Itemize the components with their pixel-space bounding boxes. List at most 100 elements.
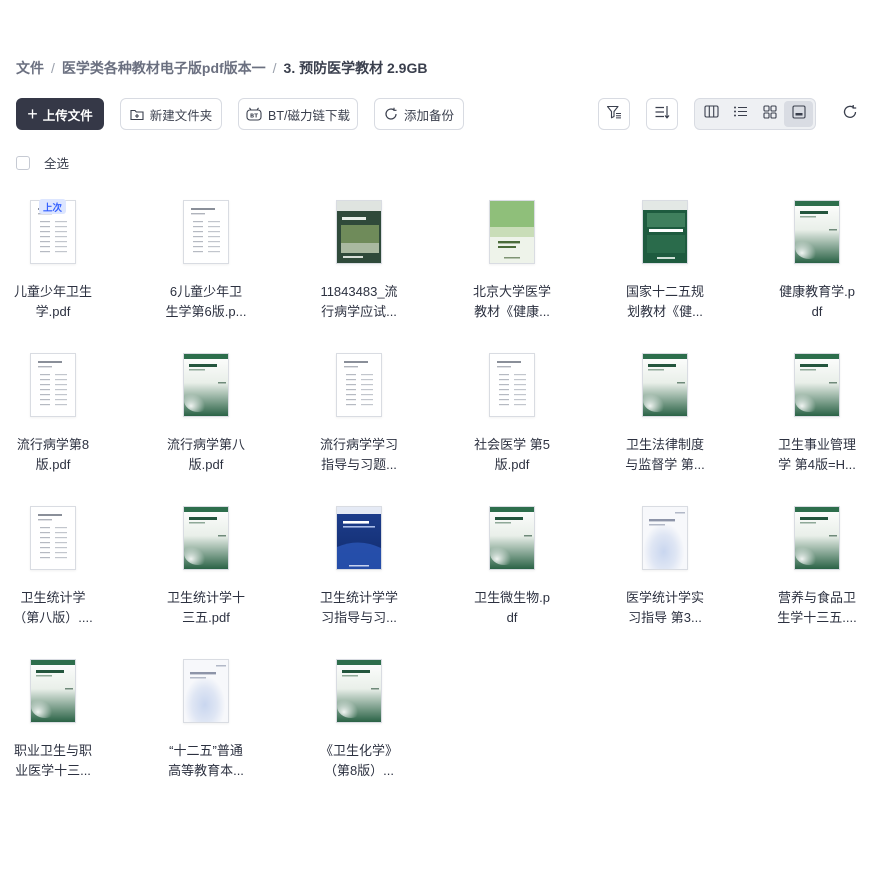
refresh-button[interactable]: [834, 98, 866, 130]
file-name[interactable]: 卫生法律制度 与监督学 第...: [593, 435, 737, 475]
select-all[interactable]: 全选: [16, 153, 69, 172]
file-item[interactable]: “十二五”普通 高等教育本...: [130, 651, 282, 791]
file-name[interactable]: 卫生统计学十 三五.pdf: [134, 588, 278, 628]
file-name[interactable]: “十二五”普通 高等教育本...: [134, 741, 278, 781]
file-name-line: 营养与食品卫: [777, 590, 856, 605]
pdf-thumbnail[interactable]: [183, 353, 229, 417]
pdf-thumbnail[interactable]: [489, 353, 535, 417]
file-name-line: 版.pdf: [188, 457, 224, 472]
pdf-thumbnail[interactable]: [183, 506, 229, 570]
breadcrumb-root[interactable]: 文件: [16, 58, 44, 78]
select-all-label: 全选: [44, 157, 70, 171]
pdf-thumbnail[interactable]: [794, 506, 840, 570]
file-item[interactable]: 营养与食品卫 生学十三五....: [741, 498, 881, 638]
file-name[interactable]: 社会医学 第5 版.pdf: [440, 435, 584, 475]
sort-button[interactable]: [646, 98, 678, 130]
file-name[interactable]: 职业卫生与职 业医学十三...: [0, 741, 125, 781]
file-item[interactable]: 健康教育学.p df: [741, 192, 881, 332]
pdf-thumbnail[interactable]: [642, 353, 688, 417]
file-item[interactable]: 11843483_流 行病学应试...: [283, 192, 435, 332]
file-item[interactable]: 6儿童少年卫 生学第6版.p...: [130, 192, 282, 332]
file-item[interactable]: 卫生微生物.p df: [436, 498, 588, 638]
pdf-thumbnail[interactable]: [642, 200, 688, 264]
pdf-thumbnail[interactable]: [642, 506, 688, 570]
pdf-thumbnail[interactable]: [183, 659, 229, 723]
file-item[interactable]: 职业卫生与职 业医学十三...: [0, 651, 129, 791]
list-icon: [733, 105, 748, 123]
list-view-option[interactable]: [726, 101, 755, 127]
toolbar: + 上传文件 新建文件夹 BT BT/磁力链下载 添加备份: [16, 98, 866, 130]
file-item[interactable]: 上次 儿童少年卫生 学.pdf: [0, 192, 129, 332]
file-name[interactable]: 医学统计学实 习指导 第3...: [593, 588, 737, 628]
file-name[interactable]: 流行病学第八 版.pdf: [134, 435, 278, 475]
file-item[interactable]: 卫生事业管理学 第4版=H...: [741, 345, 881, 485]
pdf-thumbnail[interactable]: [30, 353, 76, 417]
file-item[interactable]: 卫生统计学学 习指导与习...: [283, 498, 435, 638]
file-name-line: （第八版）....: [13, 610, 93, 625]
sort-icon: [654, 104, 670, 125]
bt-download-button[interactable]: BT BT/磁力链下载: [238, 98, 358, 130]
file-item[interactable]: 国家十二五规 划教材《健...: [589, 192, 741, 332]
file-item[interactable]: 北京大学医学 教材《健康...: [436, 192, 588, 332]
file-item[interactable]: 卫生统计学 （第八版）....: [0, 498, 129, 638]
file-name-line: 高等教育本...: [168, 763, 244, 778]
file-name[interactable]: 卫生统计学学 习指导与习...: [287, 588, 431, 628]
file-item[interactable]: 医学统计学实 习指导 第3...: [589, 498, 741, 638]
upload-button[interactable]: + 上传文件: [16, 98, 104, 130]
pdf-thumbnail[interactable]: [489, 200, 535, 264]
new-folder-button[interactable]: 新建文件夹: [120, 98, 222, 130]
file-name-line: 6儿童少年卫: [169, 284, 243, 299]
filter-button[interactable]: [598, 98, 630, 130]
breadcrumb-current: 3. 预防医学教材 2.9GB: [283, 60, 428, 76]
breadcrumb-level1[interactable]: 医学类各种教材电子版pdf版本一: [62, 58, 266, 78]
file-name-line: df: [811, 304, 823, 319]
column-view-option[interactable]: [697, 101, 726, 127]
pdf-thumbnail[interactable]: [336, 506, 382, 570]
file-name-line: 卫生法律制度: [625, 437, 704, 452]
pdf-thumbnail[interactable]: [30, 506, 76, 570]
view-mode-switcher: [694, 98, 816, 130]
file-item[interactable]: 卫生法律制度 与监督学 第...: [589, 345, 741, 485]
file-name[interactable]: 卫生事业管理学 第4版=H...: [745, 435, 881, 475]
file-name[interactable]: 北京大学医学 教材《健康...: [440, 282, 584, 322]
file-name[interactable]: 11843483_流 行病学应试...: [287, 282, 431, 322]
pdf-thumbnail[interactable]: [794, 353, 840, 417]
file-name[interactable]: 儿童少年卫生 学.pdf: [0, 282, 125, 322]
file-item[interactable]: 流行病学第八 版.pdf: [130, 345, 282, 485]
pdf-thumbnail[interactable]: [183, 200, 229, 264]
file-name[interactable]: 《卫生化学》 （第8版）...: [287, 741, 431, 781]
breadcrumb-separator: /: [272, 60, 277, 76]
file-item[interactable]: 社会医学 第5 版.pdf: [436, 345, 588, 485]
file-name[interactable]: 流行病学第8 版.pdf: [0, 435, 125, 475]
file-item[interactable]: 《卫生化学》 （第8版）...: [283, 651, 435, 791]
pdf-thumbnail[interactable]: [489, 506, 535, 570]
file-name-line: 卫生统计学学: [319, 590, 398, 605]
pdf-thumbnail[interactable]: [336, 353, 382, 417]
file-name-line: 习指导 第3...: [628, 610, 702, 625]
file-name-line: （第8版）...: [323, 763, 395, 778]
file-name[interactable]: 流行病学学习 指导与习题...: [287, 435, 431, 475]
file-item[interactable]: 流行病学第8 版.pdf: [0, 345, 129, 485]
file-name-line: 流行病学第8: [16, 437, 90, 452]
thumbnail-view-option[interactable]: [784, 101, 813, 127]
file-name[interactable]: 卫生微生物.p df: [440, 588, 584, 628]
pdf-thumbnail[interactable]: [336, 659, 382, 723]
file-name-line: 健康教育学.p: [779, 284, 855, 299]
file-name-line: 划教材《健...: [627, 304, 703, 319]
file-name[interactable]: 国家十二五规 划教材《健...: [593, 282, 737, 322]
file-name[interactable]: 卫生统计学 （第八版）....: [0, 588, 125, 628]
file-name[interactable]: 6儿童少年卫 生学第6版.p...: [134, 282, 278, 322]
pdf-thumbnail[interactable]: [336, 200, 382, 264]
pdf-thumbnail[interactable]: [794, 200, 840, 264]
file-name-line: 学.pdf: [35, 304, 71, 319]
add-backup-button[interactable]: 添加备份: [374, 98, 464, 130]
select-all-checkbox[interactable]: [16, 155, 30, 170]
file-item[interactable]: 流行病学学习 指导与习题...: [283, 345, 435, 485]
file-item[interactable]: 卫生统计学十 三五.pdf: [130, 498, 282, 638]
pdf-thumbnail[interactable]: [30, 659, 76, 723]
grid-view-option[interactable]: [755, 101, 784, 127]
new-folder-label: 新建文件夹: [149, 108, 213, 123]
file-name-line: 习指导与习...: [321, 610, 397, 625]
file-name[interactable]: 健康教育学.p df: [745, 282, 881, 322]
file-name[interactable]: 营养与食品卫 生学十三五....: [745, 588, 881, 628]
